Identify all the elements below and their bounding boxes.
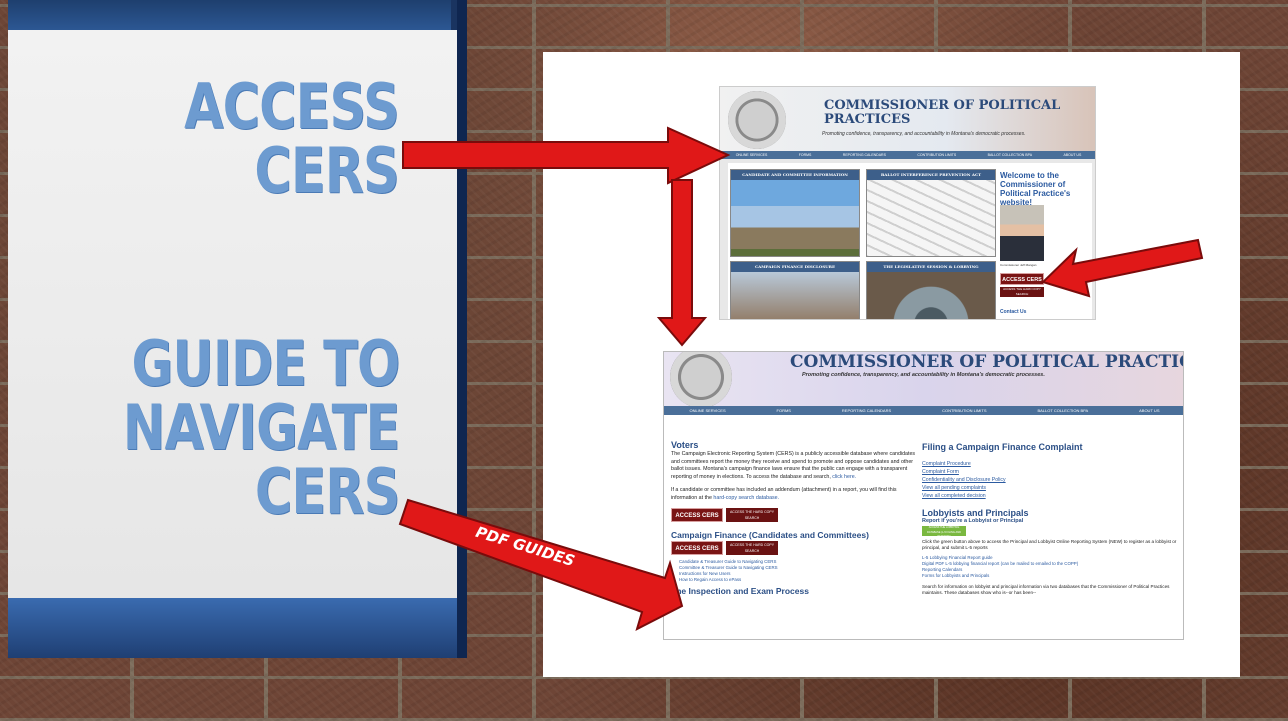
pdf-guides-arrow-icon bbox=[398, 498, 684, 631]
arrow-to-online-services-icon bbox=[402, 126, 731, 185]
arrow-down-icon bbox=[656, 179, 708, 347]
arrows-overlay: PDF GUIDES bbox=[398, 126, 1204, 631]
arrow-to-access-button-icon bbox=[1041, 238, 1204, 298]
